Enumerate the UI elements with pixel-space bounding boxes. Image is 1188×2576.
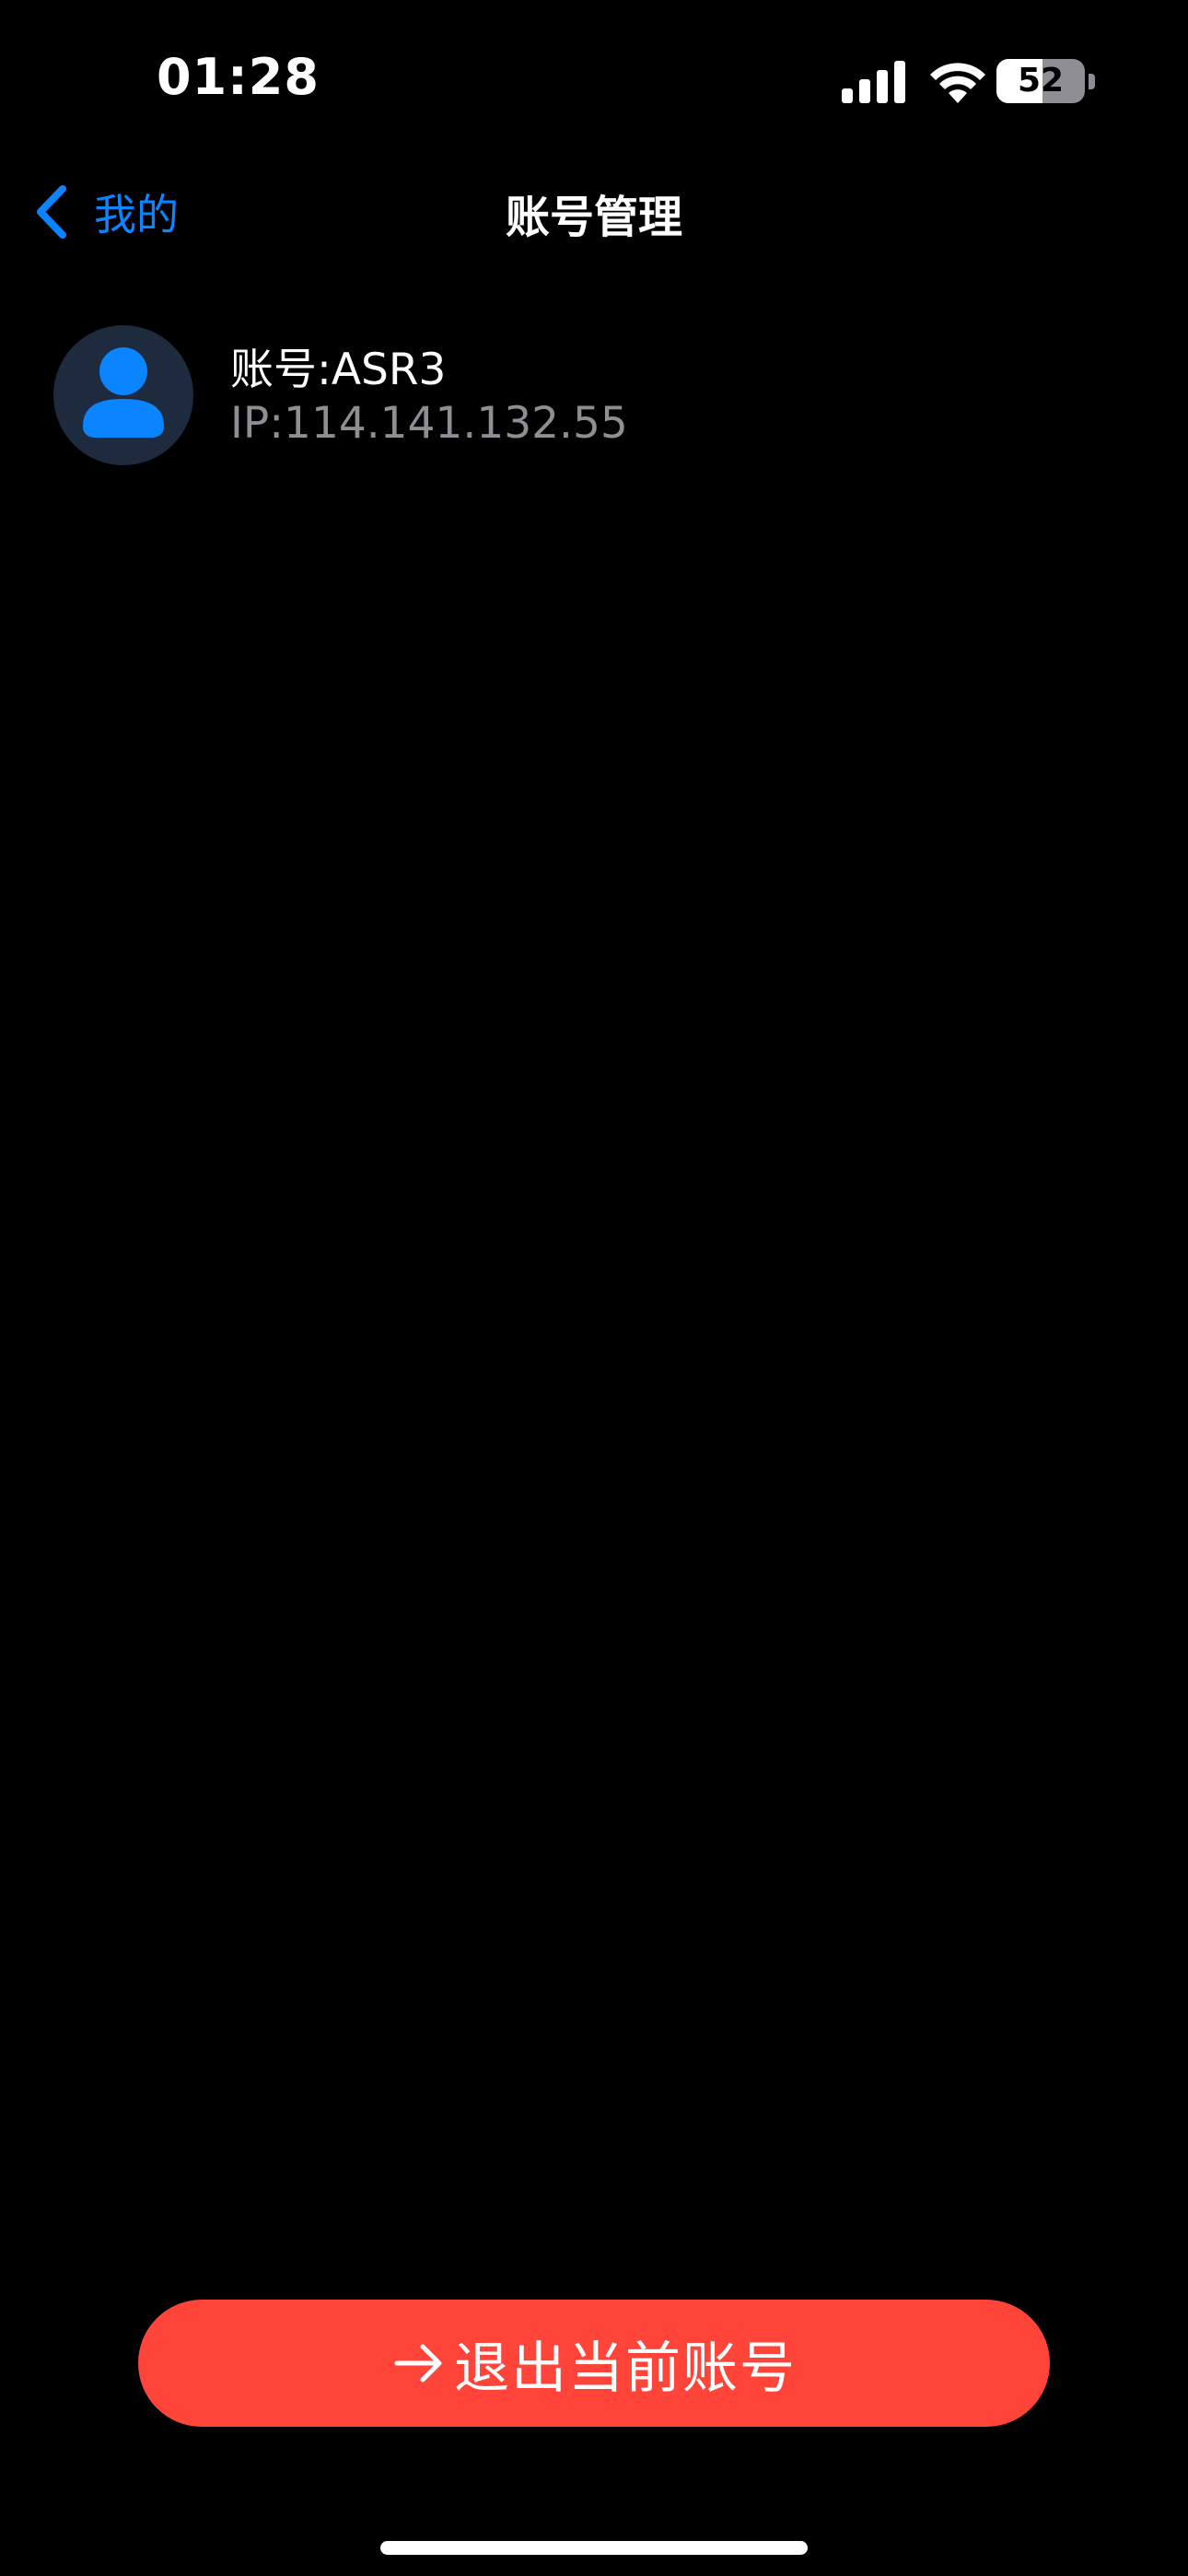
account-row[interactable]: 账号:ASR3 IP:114.141.132.55 (53, 322, 1140, 466)
screen: 01:28 52 我的 账号管理 账号:ASR3 IP:114.141.132.… (0, 0, 1188, 2576)
navigation-bar: 我的 账号管理 (0, 157, 1188, 267)
status-bar: 01:28 52 (0, 0, 1188, 157)
battery-level: 52 (1017, 62, 1065, 100)
home-indicator[interactable] (380, 2541, 808, 2555)
page-title: 账号管理 (505, 192, 682, 243)
status-time: 01:28 (157, 48, 320, 106)
arrow-right-icon (394, 2344, 442, 2383)
wifi-icon (930, 63, 985, 103)
battery-icon: 52 (996, 59, 1096, 103)
account-ip: IP:114.141.132.55 (230, 398, 628, 449)
user-icon (83, 347, 164, 438)
battery-body: 52 (996, 59, 1085, 103)
logout-button[interactable]: 退出当前账号 (138, 2300, 1050, 2427)
avatar (53, 325, 193, 465)
battery-cap (1089, 74, 1095, 89)
account-name: 账号:ASR3 (230, 345, 447, 395)
logout-label: 退出当前账号 (454, 2336, 797, 2401)
signal-bars-icon (842, 61, 905, 103)
status-icons: 52 (838, 55, 1096, 107)
